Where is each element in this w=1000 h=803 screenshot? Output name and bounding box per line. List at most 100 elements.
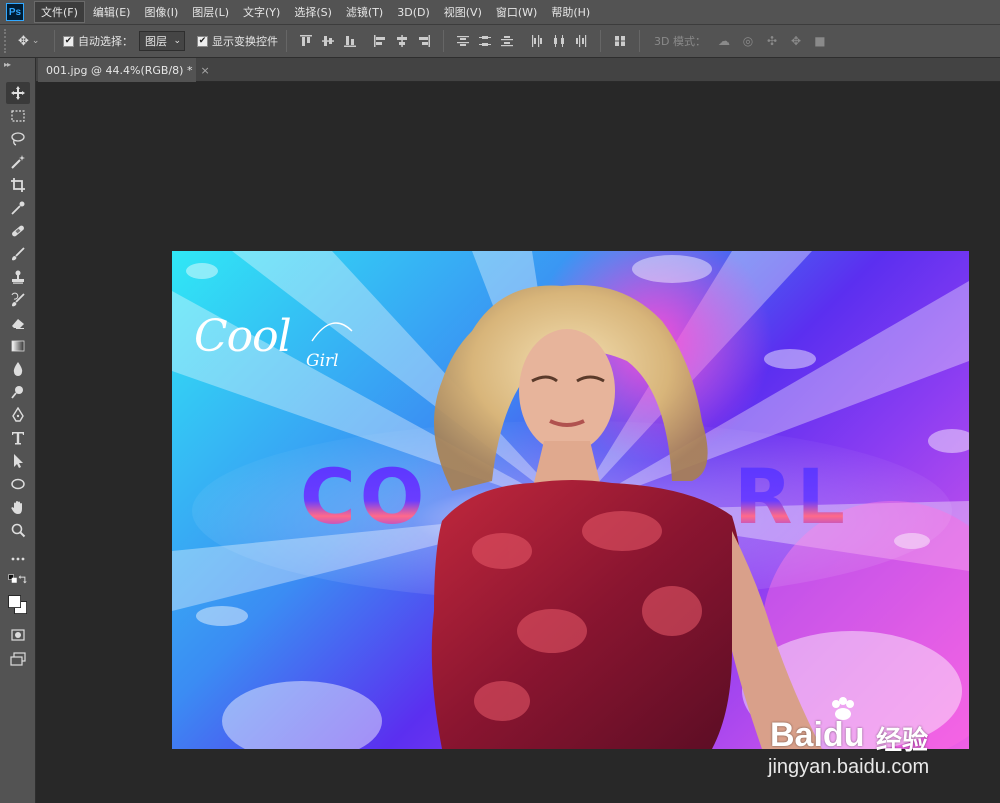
zoom-tool[interactable] <box>6 519 30 541</box>
path-selection-tool[interactable] <box>6 450 30 472</box>
default-colors-button[interactable] <box>6 572 30 586</box>
tools-panel: ▸▸ <box>0 58 36 803</box>
healing-brush-tool[interactable] <box>6 220 30 242</box>
rectangular-marquee-icon <box>11 110 25 122</box>
brush-tool[interactable] <box>6 243 30 265</box>
distribute-right-icon[interactable] <box>574 33 588 49</box>
distribute-left-icon[interactable] <box>530 33 544 49</box>
options-bar-grip[interactable] <box>4 29 12 53</box>
gradient-tool[interactable] <box>6 335 30 357</box>
screen-mode-button[interactable] <box>6 648 30 670</box>
tool-preset-picker[interactable]: ✥ ⌄ <box>18 34 46 49</box>
distribute-horizontal-centers-icon[interactable] <box>552 33 566 49</box>
clone-stamp-tool[interactable] <box>6 266 30 288</box>
magnifier-icon <box>11 523 26 538</box>
document-image[interactable]: Cool Girl CO RL <box>172 251 969 749</box>
lasso-tool[interactable] <box>6 128 30 150</box>
divider <box>443 30 444 52</box>
panel-collapse-icon[interactable]: ▸▸ <box>4 60 11 69</box>
menu-file[interactable]: 文件(F) <box>34 1 85 23</box>
move-tool-icon: ✥ <box>18 33 29 49</box>
screen-mode-icon <box>10 652 26 666</box>
hand-icon <box>11 501 22 514</box>
3d-roll-icon: ◎ <box>742 34 754 48</box>
edit-toolbar-button[interactable] <box>6 548 30 570</box>
auto-select-label: 自动选择： <box>78 35 133 48</box>
divider <box>54 30 55 52</box>
divider <box>600 30 601 52</box>
history-brush-icon <box>11 292 25 307</box>
distribute-bottom-icon[interactable] <box>500 33 514 49</box>
menu-view[interactable]: 视图(V) <box>438 2 488 22</box>
dodge-tool[interactable] <box>6 381 30 403</box>
pen-tool[interactable] <box>6 404 30 426</box>
show-transform-checkbox[interactable]: ✔ <box>197 35 208 47</box>
watermark-brand: Baidu <box>770 716 865 754</box>
watermark-url: jingyan.baidu.com <box>768 756 930 778</box>
menu-image[interactable]: 图像(I) <box>138 2 184 22</box>
band-aid-icon <box>12 225 24 237</box>
align-bottom-edges-icon[interactable] <box>343 33 357 49</box>
distribute-top-icon[interactable] <box>456 33 470 49</box>
crop-tool[interactable] <box>6 174 30 196</box>
quick-mask-icon <box>11 629 25 641</box>
ellipse-icon <box>11 478 25 490</box>
default-colors-icon <box>8 574 17 583</box>
more-dots-icon <box>11 557 25 561</box>
foreground-background-color-icon <box>8 595 27 614</box>
gradient-icon <box>11 340 25 352</box>
align-horizontal-centers-icon[interactable] <box>395 33 409 49</box>
baidu-watermark: Baidu 经验 jingyan.baidu.com <box>764 692 1000 782</box>
menu-help[interactable]: 帮助(H) <box>545 2 596 22</box>
menu-filter[interactable]: 滤镜(T) <box>340 2 389 22</box>
ellipse-tool[interactable] <box>6 473 30 495</box>
align-left-edges-icon[interactable] <box>373 33 387 49</box>
distribute-vertical-centers-icon[interactable] <box>478 33 492 49</box>
align-top-edges-icon[interactable] <box>299 33 313 49</box>
eraser-icon <box>12 319 24 329</box>
show-transform-label: 显示变换控件 <box>212 35 278 48</box>
align-right-edges-icon[interactable] <box>417 33 431 49</box>
auto-select-checkbox[interactable]: ✔ <box>63 35 74 47</box>
close-icon[interactable]: × <box>200 64 209 77</box>
auto-select-target-dropdown[interactable]: 图层 ⌄ <box>139 31 185 51</box>
hand-tool[interactable] <box>6 496 30 518</box>
move-tool[interactable] <box>6 82 30 104</box>
type-tool[interactable] <box>6 427 30 449</box>
menu-3d[interactable]: 3D(D) <box>391 4 436 21</box>
crop-icon <box>11 178 25 192</box>
eyedropper-icon <box>11 201 25 215</box>
3d-scale-icon: ■ <box>814 34 826 48</box>
color-swatches[interactable] <box>6 590 30 620</box>
dodge-icon <box>11 386 23 399</box>
options-bar: ✥ ⌄ ✔ 自动选择： 图层 ⌄ ✔ 显示变换控件 3D 模式： ☁ ◎ ✣ ✥… <box>0 24 1000 58</box>
menu-select[interactable]: 选择(S) <box>288 2 338 22</box>
eraser-tool[interactable] <box>6 312 30 334</box>
align-vertical-centers-icon[interactable] <box>321 33 335 49</box>
image-banner-text-left: CO <box>300 452 429 541</box>
quick-mask-button[interactable] <box>6 624 30 646</box>
document-tab[interactable]: 001.jpg @ 44.4%(RGB/8) * × <box>38 58 210 82</box>
menu-edit[interactable]: 编辑(E) <box>87 2 137 22</box>
blur-tool[interactable] <box>6 358 30 380</box>
menu-window[interactable]: 窗口(W) <box>490 2 543 22</box>
lasso-icon <box>11 132 25 146</box>
3d-orbit-icon: ☁ <box>717 34 730 48</box>
image-script-title: Cool <box>194 311 292 362</box>
divider <box>286 30 287 52</box>
brush-icon <box>12 247 25 261</box>
divider <box>639 30 640 52</box>
history-brush-tool[interactable] <box>6 289 30 311</box>
arrow-cursor-icon <box>14 454 23 468</box>
document-tab-bar: 001.jpg @ 44.4%(RGB/8) * × <box>36 58 1000 82</box>
auto-align-layers-icon[interactable] <box>613 33 627 49</box>
photoshop-logo-icon[interactable]: Ps <box>6 3 24 21</box>
menu-type[interactable]: 文字(Y) <box>237 2 286 22</box>
pen-icon <box>12 407 24 422</box>
menu-layer[interactable]: 图层(L) <box>186 2 235 22</box>
image-script-subtitle: Girl <box>306 351 339 371</box>
marquee-tool[interactable] <box>6 105 30 127</box>
menu-bar: Ps 文件(F) 编辑(E) 图像(I) 图层(L) 文字(Y) 选择(S) 滤… <box>0 0 1000 24</box>
eyedropper-tool[interactable] <box>6 197 30 219</box>
magic-wand-tool[interactable] <box>6 151 30 173</box>
